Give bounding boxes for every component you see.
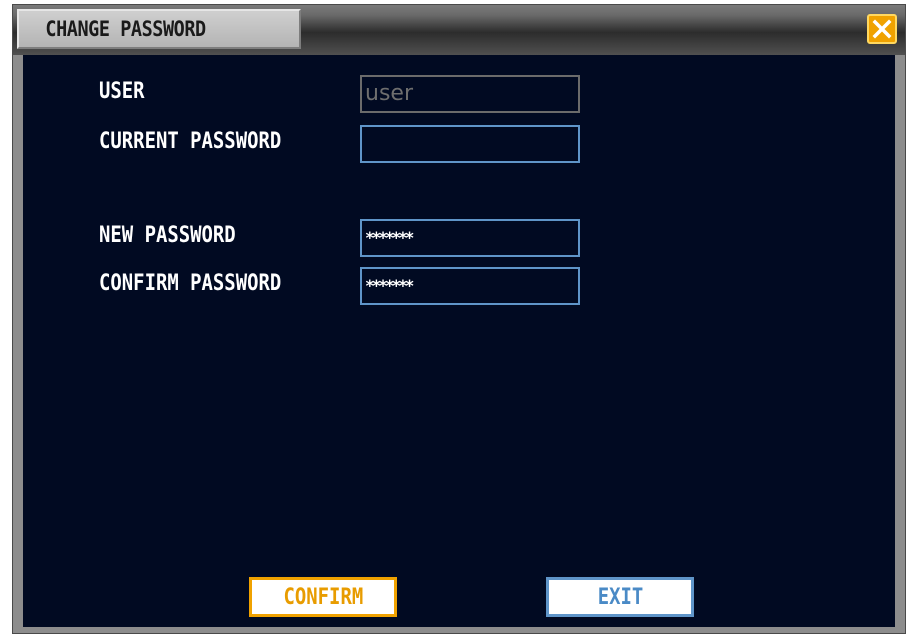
- confirm-button-label: CONFIRM: [283, 584, 363, 610]
- title-bar: CHANGE PASSWORD: [13, 5, 905, 55]
- confirm-password-field[interactable]: *******: [360, 267, 580, 305]
- confirm-password-label: CONFIRM PASSWORD: [99, 271, 282, 296]
- title-tab: CHANGE PASSWORD: [17, 9, 301, 49]
- close-x-icon: [872, 19, 892, 39]
- current-password-label: CURRENT PASSWORD: [99, 129, 282, 154]
- confirm-button[interactable]: CONFIRM: [249, 577, 397, 617]
- user-field: user: [360, 75, 580, 113]
- form-panel: USER user CURRENT PASSWORD NEW PASSWORD …: [23, 55, 895, 627]
- new-password-label: NEW PASSWORD: [99, 223, 236, 248]
- close-button[interactable]: [867, 14, 897, 44]
- exit-button[interactable]: EXIT: [546, 577, 694, 617]
- user-label: USER: [99, 79, 145, 104]
- change-password-dialog: CHANGE PASSWORD USER user CURRENT PASSWO…: [12, 4, 906, 634]
- new-password-field[interactable]: *******: [360, 219, 580, 257]
- current-password-field[interactable]: [360, 125, 580, 163]
- exit-button-label: EXIT: [597, 584, 643, 610]
- dialog-title: CHANGE PASSWORD: [45, 17, 206, 41]
